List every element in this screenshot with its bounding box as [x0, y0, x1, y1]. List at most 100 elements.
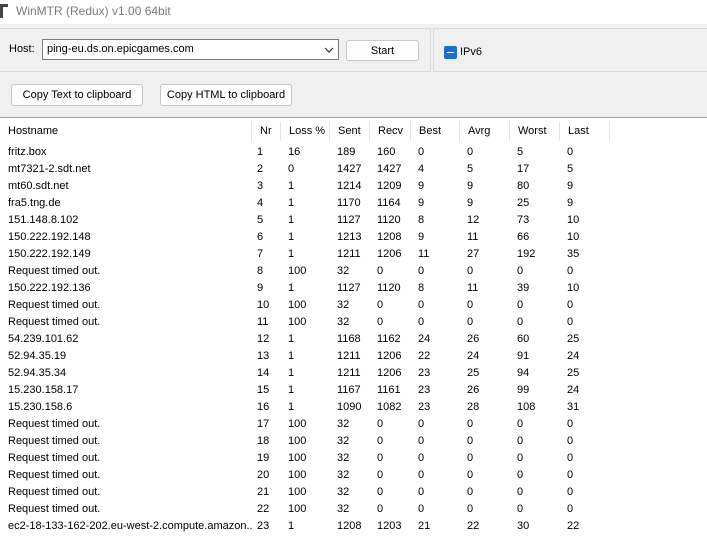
table-row[interactable]: 54.239.101.62 12 1 1168 1162 24 26 60 25	[0, 331, 707, 348]
cell-nr: 10	[257, 299, 270, 311]
cell-last: 0	[567, 435, 574, 447]
cell-worst: 30	[517, 520, 530, 532]
cell-hostname: Request timed out.	[8, 452, 101, 464]
cell-recv: 0	[377, 316, 384, 328]
cell-avrg: 0	[467, 265, 474, 277]
cell-avrg: 0	[467, 469, 474, 481]
table-row[interactable]: 52.94.35.34 14 1 1211 1206 23 25 94 25	[0, 365, 707, 382]
cell-hostname: mt60.sdt.net	[8, 180, 69, 192]
cell-loss: 0	[288, 163, 295, 175]
table-row[interactable]: fra5.tng.de 4 1 1170 1164 9 9 25 9	[0, 195, 707, 212]
cell-nr: 7	[257, 248, 264, 260]
cell-sent: 1090	[337, 401, 362, 413]
cell-worst: 0	[517, 435, 524, 447]
cell-loss: 100	[288, 452, 307, 464]
cell-recv: 0	[377, 469, 384, 481]
cell-recv: 0	[377, 418, 384, 430]
cell-avrg: 11	[467, 282, 479, 294]
table-row[interactable]: Request timed out. 11 100 32 0 0 0 0 0	[0, 314, 707, 331]
cell-worst: 17	[517, 163, 530, 175]
title-bar: WinMTR (Redux) v1.00 64bit	[0, 0, 707, 24]
table-row[interactable]: mt7321-2.sdt.net 2 0 1427 1427 4 5 17 5	[0, 161, 707, 178]
table-row[interactable]: 150.222.192.136 9 1 1127 1120 8 11 39 10	[0, 280, 707, 297]
cell-loss: 100	[288, 435, 307, 447]
cell-best: 9	[418, 180, 425, 192]
host-combobox[interactable]: ping-eu.ds.on.epicgames.com	[42, 39, 339, 60]
table-row[interactable]: Request timed out. 18 100 32 0 0 0 0 0	[0, 433, 707, 450]
cell-last: 25	[567, 367, 580, 379]
cell-recv: 1161	[377, 384, 401, 396]
cell-avrg: 0	[467, 452, 474, 464]
app-icon	[0, 4, 8, 18]
cell-last: 10	[567, 282, 580, 294]
cell-loss: 1	[288, 350, 295, 362]
table-row[interactable]: Request timed out. 20 100 32 0 0 0 0 0	[0, 467, 707, 484]
table-row[interactable]: fritz.box 1 16 189 160 0 0 5 0	[0, 144, 707, 161]
cell-hostname: Request timed out.	[8, 469, 101, 481]
column-header-loss[interactable]: Loss %	[281, 122, 330, 141]
column-header-nr[interactable]: Nr	[252, 122, 281, 141]
cell-best: 0	[418, 418, 425, 430]
column-header-recv[interactable]: Recv	[370, 122, 411, 141]
results-table[interactable]: Hostname Nr Loss % Sent Recv Best Avrg W…	[0, 117, 707, 560]
cell-worst: 25	[517, 197, 530, 209]
cell-loss: 100	[288, 418, 307, 430]
cell-worst: 99	[517, 384, 530, 396]
table-row[interactable]: Request timed out. 17 100 32 0 0 0 0 0	[0, 416, 707, 433]
cell-recv: 0	[377, 435, 384, 447]
cell-avrg: 9	[467, 197, 474, 209]
table-row[interactable]: 150.222.192.149 7 1 1211 1206 11 27 192 35	[0, 246, 707, 263]
ipv6-checkbox[interactable]	[444, 46, 457, 59]
cell-best: 4	[418, 163, 425, 175]
cell-loss: 100	[288, 265, 307, 277]
table-row[interactable]: Request timed out. 21 100 32 0 0 0 0 0	[0, 484, 707, 501]
cell-best: 0	[418, 299, 425, 311]
table-row[interactable]: Request timed out. 10 100 32 0 0 0 0 0	[0, 297, 707, 314]
cell-nr: 12	[257, 333, 270, 345]
chevron-down-icon[interactable]	[323, 43, 335, 56]
cell-last: 0	[567, 486, 574, 498]
table-row[interactable]: 15.230.158.17 15 1 1167 1161 23 26 99 24	[0, 382, 707, 399]
cell-best: 0	[418, 146, 425, 158]
column-header-sent[interactable]: Sent	[330, 122, 370, 141]
cell-recv: 1082	[377, 401, 402, 413]
table-row[interactable]: mt60.sdt.net 3 1 1214 1209 9 9 80 9	[0, 178, 707, 195]
cell-avrg: 24	[467, 350, 480, 362]
table-row[interactable]: Request timed out. 8 100 32 0 0 0 0 0	[0, 263, 707, 280]
cell-worst: 108	[517, 401, 536, 413]
host-input[interactable]: ping-eu.ds.on.epicgames.com	[47, 43, 194, 55]
cell-sent: 1167	[337, 384, 361, 396]
cell-last: 22	[567, 520, 580, 532]
table-row[interactable]: Request timed out. 19 100 32 0 0 0 0 0	[0, 450, 707, 467]
table-row[interactable]: ec2-18-133-162-202.eu-west-2.compute.ama…	[0, 518, 707, 535]
cell-nr: 8	[257, 265, 264, 277]
cell-recv: 0	[377, 299, 384, 311]
cell-sent: 1427	[337, 163, 362, 175]
cell-hostname: 52.94.35.19	[8, 350, 67, 362]
table-row[interactable]: 151.148.8.102 5 1 1127 1120 8 12 73 10	[0, 212, 707, 229]
cell-best: 11	[418, 248, 430, 260]
cell-nr: 2	[257, 163, 264, 175]
cell-best: 0	[418, 265, 425, 277]
table-row[interactable]: 15.230.158.6 16 1 1090 1082 23 28 108 31	[0, 399, 707, 416]
cell-nr: 11	[257, 316, 269, 328]
cell-last: 24	[567, 384, 580, 396]
cell-loss: 16	[288, 146, 301, 158]
cell-nr: 22	[257, 503, 270, 515]
column-header-best[interactable]: Best	[411, 122, 460, 141]
column-header-hostname[interactable]: Hostname	[0, 122, 252, 141]
table-row[interactable]: Request timed out. 22 100 32 0 0 0 0 0	[0, 501, 707, 518]
table-row[interactable]: 52.94.35.19 13 1 1211 1206 22 24 91 24	[0, 348, 707, 365]
column-header-worst[interactable]: Worst	[510, 122, 560, 141]
column-header-last[interactable]: Last	[560, 122, 610, 141]
copy-text-button[interactable]: Copy Text to clipboard	[11, 84, 143, 106]
column-header-avrg[interactable]: Avrg	[460, 122, 510, 141]
table-row[interactable]: 150.222.192.148 6 1 1213 1208 9 11 66 10	[0, 229, 707, 246]
cell-best: 0	[418, 503, 425, 515]
cell-last: 35	[567, 248, 580, 260]
copy-html-button[interactable]: Copy HTML to clipboard	[160, 84, 292, 106]
start-button[interactable]: Start	[346, 40, 419, 61]
cell-nr: 17	[257, 418, 270, 430]
cell-worst: 73	[517, 214, 530, 226]
cell-sent: 1214	[337, 180, 362, 192]
